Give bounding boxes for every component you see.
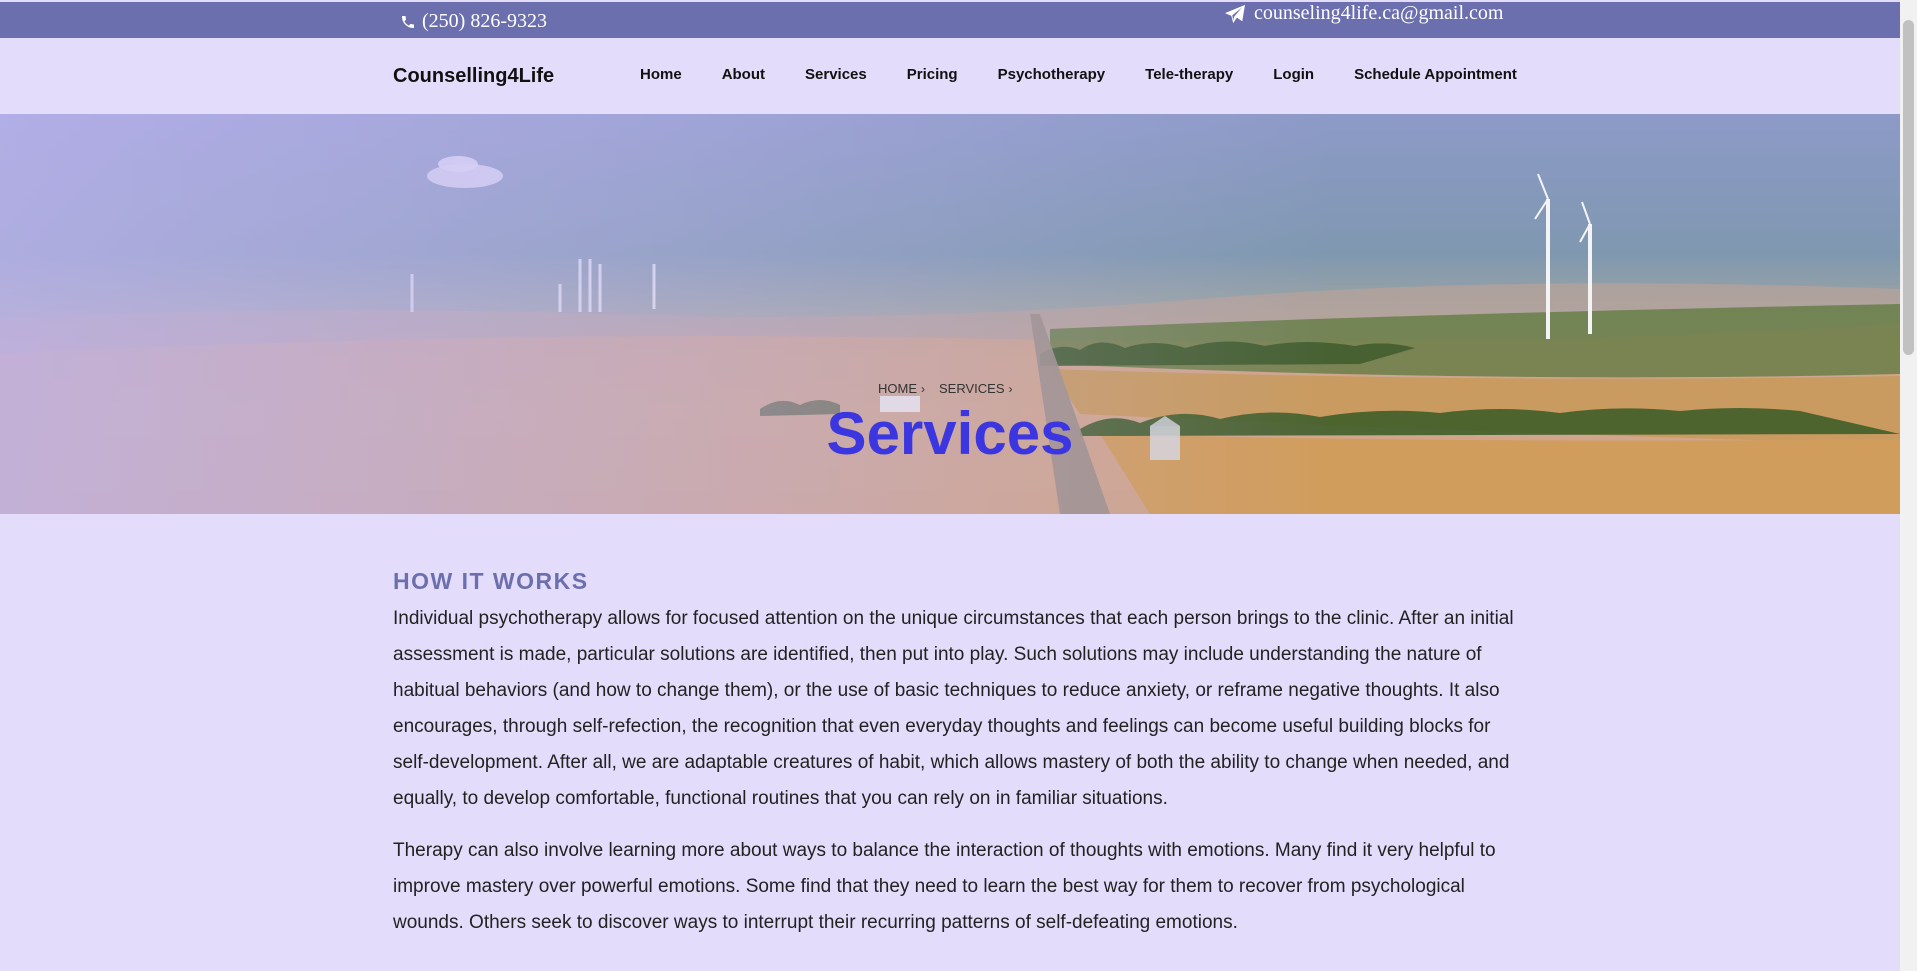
email-address: counseling4life.ca@gmail.com <box>1254 2 1504 24</box>
main-content: HOW IT WORKS Individual psychotherapy al… <box>393 568 1523 957</box>
page-title: Services <box>826 400 1074 467</box>
nav-home[interactable]: Home <box>640 66 682 83</box>
main-menu: Home About Services Pricing Psychotherap… <box>640 66 1557 83</box>
nav-pricing[interactable]: Pricing <box>907 66 958 83</box>
breadcrumb: HOME › SERVICES › <box>878 381 1023 396</box>
breadcrumb-home[interactable]: HOME <box>878 381 917 396</box>
paragraph: Therapy can also involve learning more a… <box>393 840 1496 933</box>
phone-icon <box>400 14 416 30</box>
nav-psychotherapy[interactable]: Psychotherapy <box>998 66 1106 83</box>
nav-services[interactable]: Services <box>805 66 867 83</box>
hero-banner: HOME › SERVICES › Services <box>0 114 1900 514</box>
site-logo[interactable]: Counselling4Life <box>393 65 554 88</box>
chevron-right-icon: › <box>1008 381 1013 396</box>
nav-login[interactable]: Login <box>1273 66 1314 83</box>
page-scrollbar[interactable] <box>1900 0 1917 971</box>
nav-about[interactable]: About <box>722 66 765 83</box>
section-heading: HOW IT WORKS <box>393 568 589 594</box>
email-contact[interactable]: counseling4life.ca@gmail.com <box>1224 2 1503 25</box>
paragraph: Individual psychotherapy allows for focu… <box>393 608 1514 809</box>
chevron-right-icon: › <box>921 381 925 396</box>
nav-tele-therapy[interactable]: Tele-therapy <box>1145 66 1233 83</box>
top-contact-bar: (250) 826-9323 counseling4life.ca@gmail.… <box>0 0 1900 38</box>
nav-schedule-appointment[interactable]: Schedule Appointment <box>1354 66 1517 83</box>
scrollbar-thumb[interactable] <box>1903 20 1914 355</box>
main-navbar: Counselling4Life Home About Services Pri… <box>0 38 1900 114</box>
phone-contact[interactable]: (250) 826-9323 <box>400 10 547 33</box>
phone-number: (250) 826-9323 <box>422 10 547 32</box>
breadcrumb-services: SERVICES <box>939 381 1005 396</box>
paper-plane-icon <box>1224 4 1246 24</box>
